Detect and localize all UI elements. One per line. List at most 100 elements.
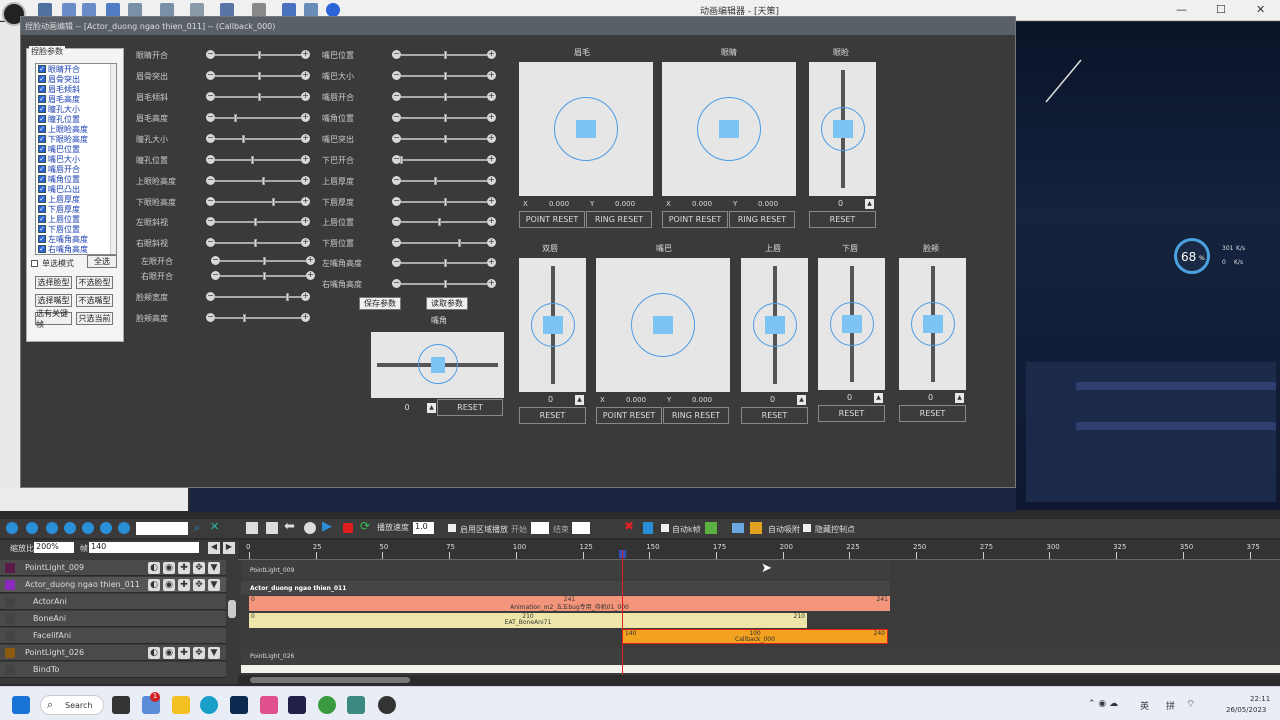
slider-knob[interactable] [444,51,447,59]
param-slider[interactable]: − + [392,217,496,227]
select-current-button[interactable]: 只选当前 [76,312,113,325]
param-checkbox-item[interactable]: ✓ 眼睛开合 [36,64,116,74]
pad-reset-button[interactable]: RESET [519,407,586,424]
image-icon[interactable] [304,3,318,17]
clock-date[interactable]: 26/05/2023 [1226,706,1266,714]
close-button[interactable]: ✕ [1256,3,1265,16]
pad-point[interactable] [832,120,853,138]
track-tool-icon[interactable] [64,522,76,534]
select-face-button[interactable]: 选择脸型 [35,276,72,289]
slider-knob[interactable] [258,51,261,59]
minus-icon[interactable]: − [206,238,215,247]
users-icon[interactable] [190,3,204,17]
pad-value[interactable]: 0 [751,395,794,406]
track-pointlight-026[interactable]: PointLight_026 [241,649,1280,665]
checkbox-icon[interactable]: ✓ [38,155,46,163]
param-slider[interactable]: − + [392,113,496,123]
load-params-button[interactable]: 读取参数 [426,297,468,310]
plus-icon[interactable]: + [306,256,315,265]
new-file-icon[interactable] [38,3,52,17]
mouth-corner-reset[interactable]: RESET [437,399,503,416]
param-checkbox-item[interactable]: ✓ 下唇厚度 [36,204,116,214]
x-value[interactable]: 0.000 [692,200,712,208]
y-value[interactable]: 0.000 [758,200,778,208]
param-slider[interactable]: − + [392,92,496,102]
clock-time[interactable]: 22:11 [1250,695,1270,703]
minus-icon[interactable]: − [392,217,401,226]
y-value[interactable]: 0.000 [615,200,635,208]
minus-icon[interactable]: − [206,197,215,206]
tag-icon[interactable] [705,522,717,534]
plus-icon[interactable]: + [301,71,310,80]
slider-knob[interactable] [258,93,261,101]
pad-point[interactable] [922,315,943,333]
file-explorer-icon[interactable] [172,696,190,714]
checkbox-icon[interactable]: ✓ [38,215,46,223]
auto-snap-label[interactable]: 自动吸附 [768,524,800,535]
plus-icon[interactable]: + [301,155,310,164]
pad-point[interactable] [576,120,596,138]
pad-point[interactable] [653,316,673,334]
minus-icon[interactable]: − [206,71,215,80]
checkbox-icon[interactable]: ✓ [38,75,46,83]
track-tool-icon[interactable] [82,522,94,534]
pad-value[interactable]: 0 [909,393,952,404]
tools-icon[interactable] [252,3,266,17]
minus-icon[interactable]: − [392,92,401,101]
slider-knob[interactable] [254,239,257,247]
param-slider[interactable]: − + [392,134,496,144]
pad-reset-button[interactable]: RESET [741,407,808,424]
param-checkbox-item[interactable]: ✓ 右嘴角高度 [36,244,116,254]
minus-icon[interactable]: − [206,134,215,143]
param-checkbox-item[interactable]: ✓ 瞳孔大小 [36,104,116,114]
move-icon[interactable]: ✥ [193,579,205,591]
anim-clip[interactable]: 0 241 241 Animation_m2_五五bug专用_待机01_000 [249,596,890,611]
slider-knob[interactable] [444,135,447,143]
slider-knob[interactable] [262,177,265,185]
app-icon[interactable] [260,696,278,714]
folder-icon[interactable] [732,523,744,533]
plus-icon[interactable]: + [487,258,496,267]
param-checkbox-item[interactable]: ✓ 上眼睑高度 [36,124,116,134]
dropdown-icon[interactable]: ▼ [208,579,220,591]
param-slider[interactable]: − + [206,238,310,248]
magnet-icon[interactable] [750,522,762,534]
checkbox-icon[interactable]: ✓ [38,85,46,93]
plus-icon[interactable]: + [301,92,310,101]
slider-knob[interactable] [444,198,447,206]
chrome-icon[interactable] [318,696,336,714]
checkbox-icon[interactable]: ✓ [38,95,46,103]
spin-button[interactable]: ▲ [575,395,584,405]
undo-icon[interactable] [128,3,142,17]
param-slider[interactable]: − + [206,92,310,102]
track-row[interactable]: PointLight_009 ◐ ◉ ✚ ✥ ▼ [0,560,226,576]
minus-icon[interactable]: − [206,313,215,322]
slider-knob[interactable] [243,314,246,322]
slider-knob[interactable] [251,156,254,164]
lower_lip-pad[interactable] [818,258,885,390]
minus-icon[interactable]: − [392,176,401,185]
list-icon[interactable] [266,522,278,534]
checklist-scrollbar[interactable] [110,64,116,254]
plus-icon[interactable]: + [487,197,496,206]
param-checkbox-item[interactable]: ✓ 嘴巴位置 [36,144,116,154]
minus-icon[interactable]: − [206,50,215,59]
param-slider[interactable]: − + [211,271,315,281]
prev-frame-button[interactable]: ◀ [208,542,220,554]
layout-icon[interactable] [220,3,234,17]
plus-icon[interactable]: + [301,238,310,247]
param-checkbox-item[interactable]: ✓ 下唇位置 [36,224,116,234]
plus-icon[interactable]: + [301,134,310,143]
minus-icon[interactable]: − [392,279,401,288]
minus-icon[interactable]: − [392,71,401,80]
track-scrollbar[interactable] [228,600,236,618]
param-checkbox-item[interactable]: ✓ 瞳孔位置 [36,114,116,124]
select-keyed-button[interactable]: 选有关键帧 [35,309,72,329]
plus-icon[interactable]: + [301,197,310,206]
point-reset-button[interactable]: POINT RESET [519,211,585,228]
premiere-icon[interactable] [288,696,306,714]
add-icon[interactable]: ✚ [178,562,190,574]
minus-icon[interactable]: − [211,256,220,265]
viewport-3d[interactable] [1016,22,1280,510]
back-icon[interactable]: ⬅ [284,519,295,534]
